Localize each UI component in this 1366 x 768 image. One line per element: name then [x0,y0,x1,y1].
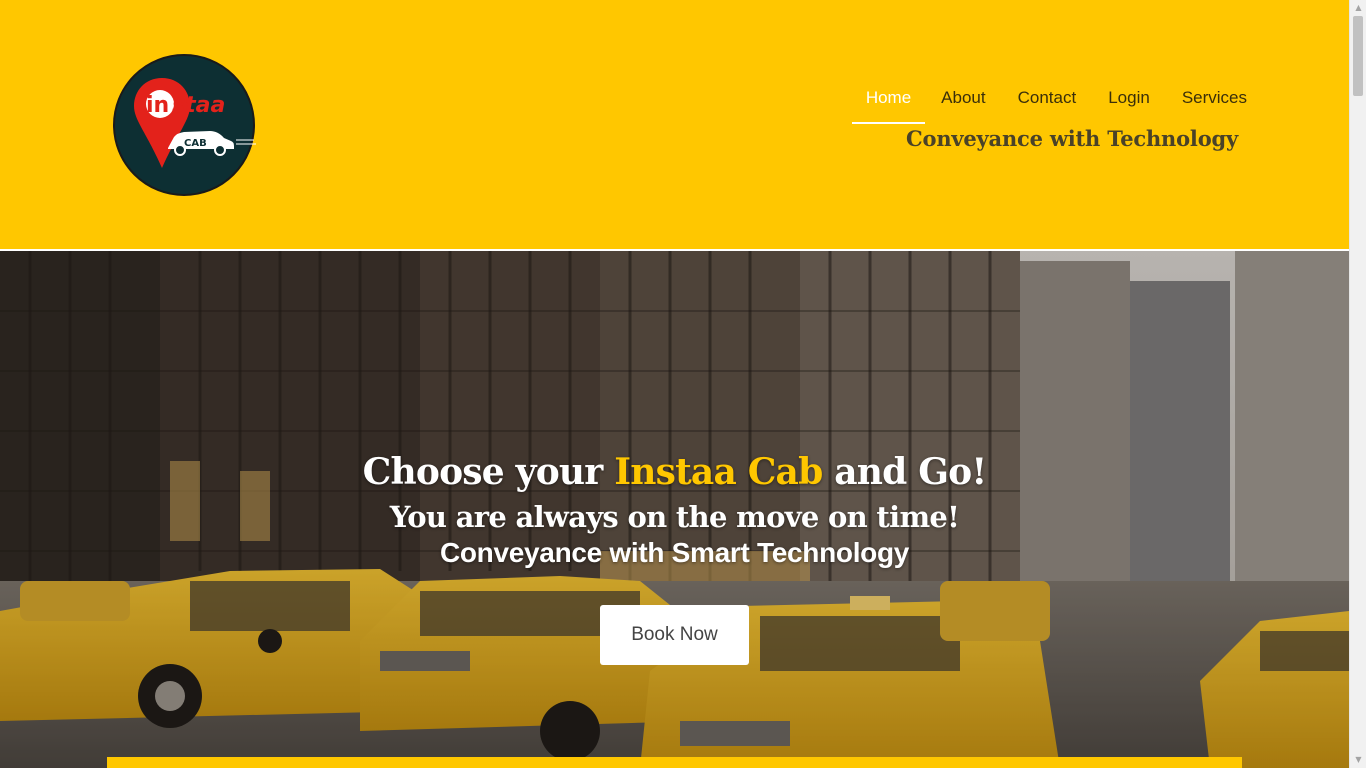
instaa-cab-logo[interactable]: in staa CAB [112,54,256,196]
scroll-down-arrow-icon[interactable]: ▼ [1350,752,1366,768]
svg-text:CAB: CAB [184,138,207,149]
main-nav: Home About Contact Login Services [851,74,1263,124]
hero-subheadline: You are always on the move on time! [389,500,960,534]
nav-about[interactable]: About [925,74,1001,124]
nav-login[interactable]: Login [1092,74,1166,124]
svg-text:staa: staa [172,93,225,118]
hero-tagline: Conveyance with Smart Technology [439,537,910,568]
booking-panel-edge [107,757,1242,768]
header-tagline: Conveyance with Technology [906,126,1238,151]
hero-headline: Choose your Instaa Cab and Go! [0,451,1349,493]
hero-headline-suffix: and Go! [834,451,987,493]
scroll-thumb[interactable] [1353,16,1363,96]
hero-section: Choose your Instaa Cab and Go! You are a… [0,251,1349,768]
nav-services[interactable]: Services [1166,74,1263,124]
nav-home[interactable]: Home [851,74,926,124]
hero-headline-prefix: Choose your [362,451,604,493]
site-header: in staa CAB Home About Contact Login Ser… [0,0,1349,250]
nav-contact[interactable]: Contact [1002,74,1093,124]
svg-text:in: in [146,93,169,118]
scroll-up-arrow-icon[interactable]: ▲ [1350,0,1366,16]
book-now-button[interactable]: Book Now [600,605,749,665]
page-scrollbar[interactable]: ▲ ▼ [1349,0,1366,768]
hero-headline-accent: Instaa Cab [614,451,823,493]
